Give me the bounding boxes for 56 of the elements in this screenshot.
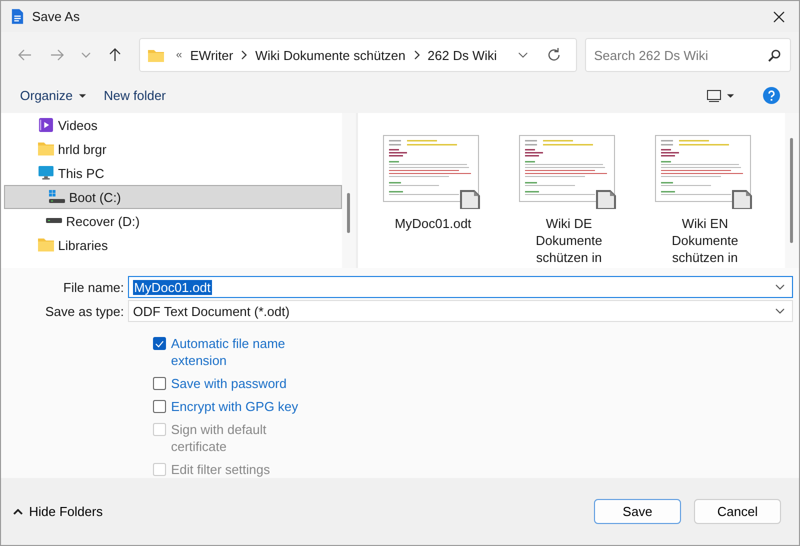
chevron-down-icon[interactable] [775, 308, 785, 314]
search-icon[interactable] [768, 49, 781, 62]
scrollbar[interactable] [342, 113, 356, 268]
close-icon[interactable] [773, 10, 785, 22]
file-item[interactable]: MyDoc01.odt [382, 135, 484, 268]
monitor-icon [38, 166, 54, 180]
file-type-label: Save as type: [44, 304, 125, 318]
document-app-icon [11, 9, 24, 24]
path-overflow-marker[interactable]: « [176, 49, 182, 61]
view-pane-icon [707, 90, 721, 102]
file-item[interactable]: Wiki DE Dokumente schützen in [518, 135, 620, 268]
folder-icon [148, 48, 164, 62]
back-arrow-icon[interactable] [18, 48, 32, 62]
scrollbar[interactable] [785, 113, 799, 268]
tree-item[interactable]: hrld brgr [1, 137, 342, 161]
address-bar[interactable]: « EWriter Wiki Dokumente schützen 262 Ds Wiki [139, 38, 577, 72]
chevron-up-icon [13, 508, 23, 514]
tree-item[interactable]: Recover (D:) [1, 209, 342, 233]
refresh-icon[interactable] [546, 47, 562, 63]
tree-item[interactable]: Libraries [1, 233, 342, 257]
file-name-label: File name: [62, 280, 125, 294]
file-item[interactable]: Wiki EN Dokumente schützen in [654, 135, 756, 268]
system-drive-icon [49, 190, 65, 204]
cancel-button[interactable]: Cancel [694, 499, 781, 524]
caret-icon [727, 94, 734, 98]
new-folder-button[interactable]: New folder [94, 84, 175, 107]
chevron-down-icon[interactable] [518, 52, 528, 58]
checkbox-label[interactable]: Encrypt with GPG key [171, 398, 301, 415]
tree-item[interactable]: Videos [1, 113, 342, 137]
caret-icon [78, 94, 86, 98]
window-title: Save As [32, 9, 81, 24]
checkbox[interactable] [153, 400, 166, 413]
up-arrow-icon[interactable] [108, 48, 122, 62]
chevron-right-icon[interactable] [414, 50, 420, 60]
folder-icon [38, 238, 54, 252]
tree-item[interactable]: Boot (C:) [4, 185, 342, 209]
forward-arrow-icon[interactable] [50, 48, 64, 62]
save-button[interactable]: Save [594, 499, 681, 524]
breadcrumb[interactable]: 262 Ds Wiki [428, 48, 497, 62]
folder-icon [38, 142, 54, 156]
hide-folders-button[interactable]: Hide Folders [11, 500, 105, 523]
checkbox[interactable] [153, 337, 166, 350]
breadcrumb[interactable]: EWriter [190, 48, 234, 62]
search-field[interactable]: Search 262 Ds Wiki [585, 38, 791, 72]
file-name-field[interactable]: MyDoc01.odt [128, 276, 793, 298]
checkbox-label[interactable]: Automatic file name extension [171, 335, 301, 369]
organize-menu-button[interactable]: Organize [11, 84, 95, 107]
breadcrumb[interactable]: Wiki Dokumente schützen [255, 48, 406, 62]
video-icon [38, 118, 54, 132]
help-icon[interactable] [763, 87, 780, 104]
chevron-right-icon[interactable] [241, 50, 248, 60]
checkbox-label[interactable]: Save with password [171, 375, 301, 392]
file-type-dropdown[interactable]: ODF Text Document (*.odt) [128, 300, 793, 322]
tree-item[interactable]: This PC [1, 161, 342, 185]
checkbox[interactable] [153, 377, 166, 390]
chevron-down-icon[interactable] [775, 284, 785, 290]
